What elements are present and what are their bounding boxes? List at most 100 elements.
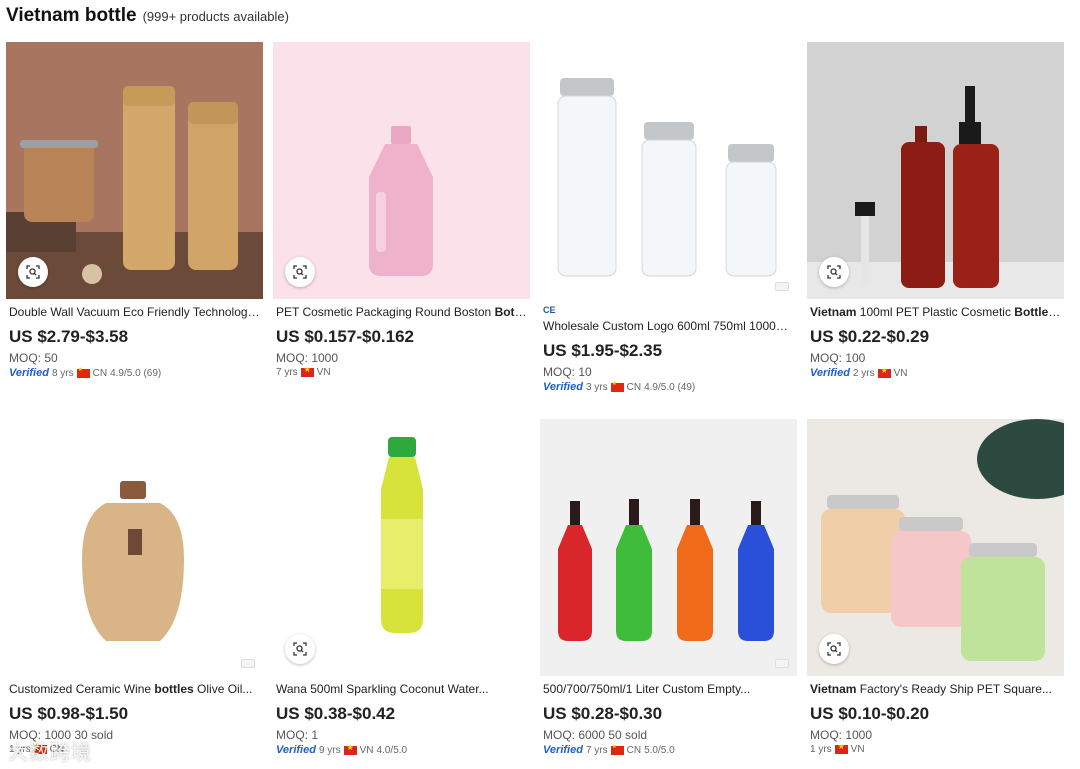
flag-vn-icon bbox=[343, 743, 357, 755]
product-name[interactable]: Customized Ceramic Wine bottles Olive Oi… bbox=[9, 682, 260, 698]
amber-bottles-image bbox=[807, 42, 1064, 299]
flag-cn-icon bbox=[76, 366, 90, 378]
product-image[interactable] bbox=[540, 42, 797, 299]
product-name[interactable]: Wana 500ml Sparkling Coconut Water... bbox=[276, 682, 527, 698]
ceramic-bottle-image bbox=[6, 419, 263, 676]
product-grid: Double Wall Vacuum Eco Friendly Technolo… bbox=[6, 42, 1066, 769]
flag-vn-icon bbox=[877, 366, 891, 378]
supplier-meta: Verified 3 yrs CN 4.9/5.0 (49) bbox=[543, 380, 794, 394]
supplier-years: 1 yrs bbox=[810, 744, 832, 755]
supplier-rating: 4.9/5.0 (49) bbox=[644, 381, 696, 393]
product-card[interactable]: Vietnam 100ml PET Plastic Cosmetic Bottl… bbox=[807, 42, 1064, 419]
product-card[interactable]: 500/700/750ml/1 Liter Custom Empty... US… bbox=[540, 419, 797, 769]
ad-marker bbox=[775, 282, 789, 291]
verified-badge: Verified bbox=[810, 367, 850, 379]
square-pet-jars-image bbox=[807, 419, 1064, 676]
coconut-water-bottle-image bbox=[273, 419, 530, 676]
product-card[interactable]: PET Cosmetic Packaging Round Boston Bott… bbox=[273, 42, 530, 419]
image-search-button[interactable] bbox=[819, 257, 849, 287]
product-moq: MOQ: 100 bbox=[810, 351, 866, 365]
supplier-country: VN bbox=[316, 367, 331, 378]
verified-badge: Verified bbox=[9, 367, 49, 379]
supplier-meta: 7 yrs VN bbox=[276, 365, 527, 378]
image-search-icon bbox=[26, 265, 40, 279]
verified-badge: Verified bbox=[276, 744, 316, 756]
supplier-country: VN bbox=[850, 744, 865, 755]
supplier-rating: 4.9/5.0 (69) bbox=[110, 367, 162, 379]
flag-cn-icon bbox=[610, 380, 624, 392]
verified-badge: Verified bbox=[543, 381, 583, 393]
product-card[interactable]: Vietnam Factory's Ready Ship PET Square.… bbox=[807, 419, 1064, 769]
product-card[interactable]: Customized Ceramic Wine bottles Olive Oi… bbox=[6, 419, 263, 769]
product-image[interactable] bbox=[6, 42, 263, 299]
product-image[interactable] bbox=[807, 42, 1064, 299]
product-price: US $0.28-$0.30 bbox=[543, 704, 663, 723]
product-name[interactable]: Vietnam 100ml PET Plastic Cosmetic Bottl… bbox=[810, 305, 1061, 321]
glass-bottles-image bbox=[540, 42, 797, 299]
product-price: US $1.95-$2.35 bbox=[543, 341, 663, 360]
product-name[interactable]: 500/700/750ml/1 Liter Custom Empty... bbox=[543, 682, 794, 698]
page-title: Vietnam bottle bbox=[6, 5, 137, 26]
supplier-country: VN bbox=[893, 367, 908, 379]
product-name[interactable]: Double Wall Vacuum Eco Friendly Technolo… bbox=[9, 305, 260, 321]
product-image[interactable] bbox=[807, 419, 1064, 676]
supplier-rating: 5.0/5.0 bbox=[644, 744, 675, 756]
image-search-button[interactable] bbox=[18, 257, 48, 287]
product-price: US $2.79-$3.58 bbox=[9, 327, 129, 346]
supplier-meta: 1 yrs VN bbox=[810, 742, 1061, 755]
flag-cn-icon bbox=[610, 743, 624, 755]
supplier-years: 2 yrs bbox=[852, 367, 875, 379]
colored-glass-bottles-image bbox=[540, 419, 797, 676]
image-search-button[interactable] bbox=[285, 257, 315, 287]
supplier-meta: Verified 2 yrs VN bbox=[810, 366, 1061, 380]
product-card[interactable]: Double Wall Vacuum Eco Friendly Technolo… bbox=[6, 42, 263, 419]
image-search-button[interactable] bbox=[285, 634, 315, 664]
supplier-rating: 4.0/5.0 bbox=[376, 744, 408, 756]
product-name[interactable]: PET Cosmetic Packaging Round Boston Bott… bbox=[276, 305, 527, 321]
supplier-country: VN bbox=[359, 744, 374, 756]
image-search-icon bbox=[827, 642, 841, 656]
supplier-years: 8 yrs bbox=[51, 367, 74, 379]
product-price: US $0.38-$0.42 bbox=[276, 704, 396, 723]
product-moq: MOQ: 10 bbox=[543, 365, 592, 379]
product-image[interactable] bbox=[540, 419, 797, 676]
supplier-meta: Verified 8 yrs CN 4.9/5.0 (69) bbox=[9, 366, 260, 380]
pink-bottle-image bbox=[273, 42, 530, 299]
product-moq: MOQ: 1000 bbox=[810, 728, 873, 742]
flag-vn-icon bbox=[300, 365, 314, 377]
product-name[interactable]: Vietnam Factory's Ready Ship PET Square.… bbox=[810, 682, 1061, 698]
product-moq: MOQ: 1 bbox=[276, 728, 319, 742]
supplier-country: CN bbox=[92, 367, 108, 379]
image-search-icon bbox=[293, 265, 307, 279]
product-image[interactable] bbox=[273, 42, 530, 299]
product-price: US $0.22-$0.29 bbox=[810, 327, 930, 346]
product-price: US $0.157-$0.162 bbox=[276, 327, 414, 346]
ad-marker bbox=[241, 659, 255, 668]
product-moq: MOQ: 50 bbox=[9, 351, 58, 365]
result-count: (999+ products available) bbox=[142, 9, 289, 24]
supplier-meta: Verified 7 yrs CN 5.0/5.0 bbox=[543, 743, 794, 757]
watermark: 大数跨境 bbox=[8, 742, 92, 764]
product-price: US $0.10-$0.20 bbox=[810, 704, 930, 723]
product-card[interactable]: CE Wholesale Custom Logo 600ml 750ml 100… bbox=[540, 42, 797, 419]
results-header: Vietnam bottle (999+ products available) bbox=[6, 5, 289, 27]
product-price: US $0.98-$1.50 bbox=[9, 704, 129, 723]
product-image[interactable] bbox=[273, 419, 530, 676]
product-name[interactable]: Wholesale Custom Logo 600ml 750ml 1000ml… bbox=[543, 319, 794, 335]
verified-badge: Verified bbox=[543, 744, 583, 756]
product-card[interactable]: Wana 500ml Sparkling Coconut Water... US… bbox=[273, 419, 530, 769]
supplier-years: 7 yrs bbox=[585, 744, 608, 756]
product-moq: MOQ: 6000 50 sold bbox=[543, 728, 648, 742]
supplier-meta: Verified 9 yrs VN 4.0/5.0 bbox=[276, 743, 527, 757]
supplier-country: CN bbox=[626, 381, 642, 393]
image-search-icon bbox=[827, 265, 841, 279]
ad-marker bbox=[775, 659, 789, 668]
bamboo-bottles-image bbox=[6, 42, 263, 299]
ce-mark: CE bbox=[543, 305, 556, 315]
product-moq: MOQ: 1000 bbox=[276, 351, 339, 365]
image-search-button[interactable] bbox=[819, 634, 849, 664]
supplier-years: 3 yrs bbox=[585, 381, 608, 393]
product-image[interactable] bbox=[6, 419, 263, 676]
image-search-icon bbox=[293, 642, 307, 656]
supplier-country: CN bbox=[626, 744, 642, 756]
